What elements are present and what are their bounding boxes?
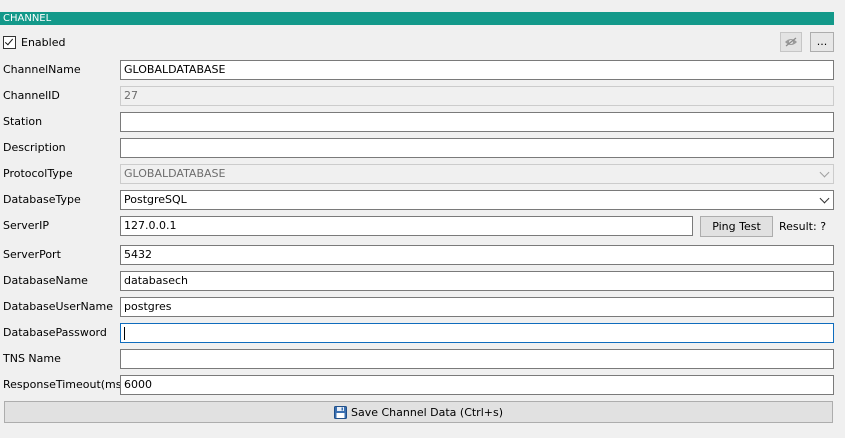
database-name-input[interactable]: databasech	[120, 271, 834, 291]
protocol-type-label: ProtocolType	[3, 167, 73, 180]
channel-section-header: CHANNEL	[0, 12, 834, 25]
server-port-label: ServerPort	[3, 248, 61, 261]
database-type-select[interactable]: PostgreSQL	[120, 190, 834, 210]
ping-test-button[interactable]: Ping Test	[700, 216, 773, 237]
eye-icon	[785, 37, 797, 47]
chevron-down-icon	[819, 167, 830, 178]
protocol-type-select: GLOBALDATABASE	[120, 164, 834, 184]
enabled-label[interactable]: Enabled	[21, 36, 65, 49]
channel-id-input: 27	[120, 86, 834, 106]
save-button-label: Save Channel Data (Ctrl+s)	[350, 405, 504, 419]
database-type-label: DatabaseType	[3, 193, 81, 206]
ping-result-text: Result: ?	[779, 220, 827, 233]
more-options-button[interactable]: ...	[810, 32, 834, 52]
response-timeout-input[interactable]: 6000	[120, 375, 834, 395]
enabled-checkbox[interactable]	[3, 36, 16, 49]
server-ip-input[interactable]: 127.0.0.1	[120, 216, 693, 236]
floppy-disk-icon	[333, 405, 347, 419]
tns-name-label: TNS Name	[3, 352, 61, 365]
database-password-input[interactable]	[120, 323, 834, 343]
database-type-value: PostgreSQL	[124, 193, 187, 206]
channel-name-input[interactable]: GLOBALDATABASE	[120, 60, 834, 80]
protocol-type-value: GLOBALDATABASE	[124, 167, 226, 180]
description-input[interactable]	[120, 138, 834, 158]
server-port-input[interactable]: 5432	[120, 245, 834, 265]
chevron-down-icon	[819, 193, 830, 204]
tns-name-input[interactable]	[120, 349, 834, 369]
view-button[interactable]	[780, 32, 802, 52]
database-user-name-label: DatabaseUserName	[3, 300, 114, 313]
database-password-label: DatabasePassword	[3, 326, 107, 339]
save-channel-data-button[interactable]: Save Channel Data (Ctrl+s)	[4, 401, 833, 423]
description-label: Description	[3, 141, 66, 154]
station-label: Station	[3, 115, 43, 128]
channel-id-label: ChannelID	[3, 89, 60, 102]
database-user-name-input[interactable]: postgres	[120, 297, 834, 317]
enabled-checkbox-row[interactable]: Enabled	[3, 35, 65, 50]
checkmark-icon	[4, 36, 14, 46]
station-input[interactable]	[120, 112, 834, 132]
database-name-label: DatabaseName	[3, 274, 88, 287]
server-ip-label: ServerIP	[3, 219, 49, 232]
text-cursor	[124, 326, 125, 340]
channel-name-label: ChannelName	[3, 63, 81, 76]
response-timeout-label: ResponseTimeout(ms)	[3, 378, 126, 391]
